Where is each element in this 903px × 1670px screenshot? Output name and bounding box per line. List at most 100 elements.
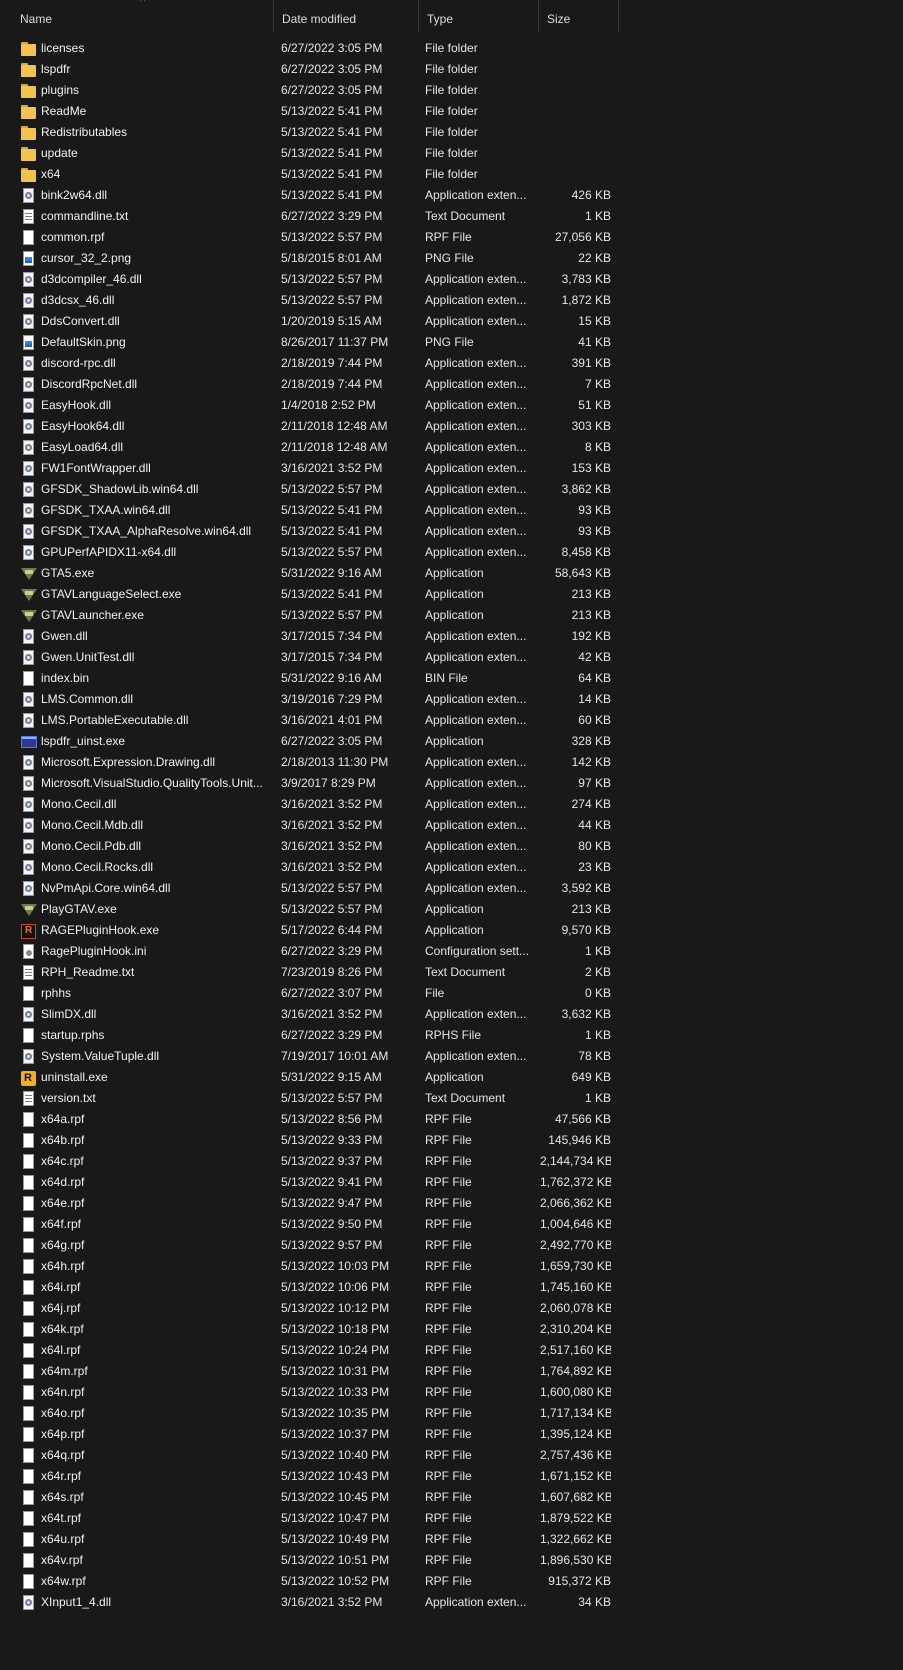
file-row[interactable]: d3dcompiler_46.dll 5/13/2022 5:57 PM Appli…	[0, 269, 620, 290]
file-date-modified: 5/13/2022 10:33 PM	[281, 1385, 390, 1399]
file-row[interactable]: Redistributables 5/13/2022 5:41 PM File fo…	[0, 122, 620, 143]
file-row[interactable]: Mono.Cecil.Rocks.dll 3/16/2021 3:52 PM App…	[0, 857, 620, 878]
file-row[interactable]: XInput1_4.dll 3/16/2021 3:52 PM Applicatio…	[0, 1592, 620, 1613]
file-row[interactable]: startup.rphs 6/27/2022 3:29 PM RPHS File 1 …	[0, 1025, 620, 1046]
file-row[interactable]: bink2w64.dll 5/13/2022 5:41 PM Application…	[0, 185, 620, 206]
gta-v-icon	[21, 608, 37, 624]
file-row[interactable]: System.ValueTuple.dll 7/19/2017 10:01 AM A…	[0, 1046, 620, 1067]
file-row[interactable]: x64u.rpf 5/13/2022 10:49 PM RPF File 1,322,…	[0, 1529, 620, 1550]
file-row[interactable]: x64e.rpf 5/13/2022 9:47 PM RPF File 2,066,3…	[0, 1193, 620, 1214]
file-row[interactable]: x64m.rpf 5/13/2022 10:31 PM RPF File 1,764,…	[0, 1361, 620, 1382]
file-icon-cell	[21, 374, 37, 395]
column-header-type[interactable]: Type	[419, 0, 539, 32]
file-size: 145,946 KB	[548, 1133, 611, 1147]
file-row[interactable]: commandline.txt 6/27/2022 3:29 PM Text Doc…	[0, 206, 620, 227]
file-row[interactable]: cursor_32_2.png 5/18/2015 8:01 AM PNG File…	[0, 248, 620, 269]
file-row[interactable]: Gwen.UnitTest.dll 3/17/2015 7:34 PM Applic…	[0, 647, 620, 668]
file-size: 42 KB	[578, 650, 611, 664]
file-row[interactable]: DdsConvert.dll 1/20/2019 5:15 AM Applicati…	[0, 311, 620, 332]
file-row[interactable]: discord-rpc.dll 2/18/2019 7:44 PM Applicat…	[0, 353, 620, 374]
file-row[interactable]: x64q.rpf 5/13/2022 10:40 PM RPF File 2,757,…	[0, 1445, 620, 1466]
file-size: 142 KB	[571, 755, 611, 769]
file-row[interactable]: x64n.rpf 5/13/2022 10:33 PM RPF File 1,600,…	[0, 1382, 620, 1403]
file-row[interactable]: Gwen.dll 3/17/2015 7:34 PM Application ext…	[0, 626, 620, 647]
file-row[interactable]: x64j.rpf 5/13/2022 10:12 PM RPF File 2,060,…	[0, 1298, 620, 1319]
column-header-size[interactable]: Size	[539, 0, 619, 32]
file-row[interactable]: GFSDK_ShadowLib.win64.dll 5/13/2022 5:57 …	[0, 479, 620, 500]
dll-file-icon	[21, 482, 35, 498]
file-row[interactable]: SlimDX.dll 3/16/2021 3:52 PM Application e…	[0, 1004, 620, 1025]
file-row[interactable]: x64s.rpf 5/13/2022 10:45 PM RPF File 1,607,…	[0, 1487, 620, 1508]
file-row[interactable]: Runinstall.exe 5/31/2022 9:15 AM Applicati…	[0, 1067, 620, 1088]
file-name: x64h.rpf	[41, 1259, 85, 1273]
file-row[interactable]: EasyHook.dll 1/4/2018 2:52 PM Application …	[0, 395, 620, 416]
file-row[interactable]: LMS.Common.dll 3/19/2016 7:29 PM Applicati…	[0, 689, 620, 710]
file-row[interactable]: x64p.rpf 5/13/2022 10:37 PM RPF File 1,395,…	[0, 1424, 620, 1445]
file-row[interactable]: RagePluginHook.ini 6/27/2022 3:29 PM Confi…	[0, 941, 620, 962]
file-row[interactable]: rphhs 6/27/2022 3:07 PM File 0 KB	[0, 983, 620, 1004]
file-row[interactable]: x64r.rpf 5/13/2022 10:43 PM RPF File 1,671,…	[0, 1466, 620, 1487]
column-header-name[interactable]: Name ^	[12, 0, 274, 32]
file-row[interactable]: GTAVLanguageSelect.exe 5/13/2022 5:41 PM A…	[0, 584, 620, 605]
file-row[interactable]: x64d.rpf 5/13/2022 9:41 PM RPF File 1,762,3…	[0, 1172, 620, 1193]
file-row[interactable]: common.rpf 5/13/2022 5:57 PM RPF File 27,05…	[0, 227, 620, 248]
file-row[interactable]: x64l.rpf 5/13/2022 10:24 PM RPF File 2,517,…	[0, 1340, 620, 1361]
file-type: File folder	[425, 167, 478, 181]
file-row[interactable]: R RAGEPluginHook.exe 5/17/2022 6:44 PM Appl…	[0, 920, 620, 941]
file-type: RPF File	[425, 1364, 472, 1378]
file-icon-cell	[21, 836, 37, 857]
file-row[interactable]: x64c.rpf 5/13/2022 9:37 PM RPF File 2,144,7…	[0, 1151, 620, 1172]
file-icon-cell	[21, 1025, 37, 1046]
file-row[interactable]: x64g.rpf 5/13/2022 9:57 PM RPF File 2,492,7…	[0, 1235, 620, 1256]
file-row[interactable]: x64 5/13/2022 5:41 PM File folder	[0, 164, 620, 185]
file-row[interactable]: LMS.PortableExecutable.dll 3/16/2021 4:01…	[0, 710, 620, 731]
file-row[interactable]: FW1FontWrapper.dll 3/16/2021 3:52 PM Appli…	[0, 458, 620, 479]
file-row[interactable]: GTAVLauncher.exe 5/13/2022 5:57 PM Applica…	[0, 605, 620, 626]
file-row[interactable]: index.bin 5/31/2022 9:16 AM BIN File 64 KB	[0, 668, 620, 689]
file-row[interactable]: x64b.rpf 5/13/2022 9:33 PM RPF File 145,946…	[0, 1130, 620, 1151]
file-row[interactable]: GFSDK_TXAA.win64.dll 5/13/2022 5:41 PM App…	[0, 500, 620, 521]
file-row[interactable]: x64h.rpf 5/13/2022 10:03 PM RPF File 1,659,…	[0, 1256, 620, 1277]
column-header-date-modified[interactable]: Date modified	[274, 0, 419, 32]
column-header-size-label: Size	[547, 12, 571, 26]
file-row[interactable]: Microsoft.VisualStudio.QualityTools.Unit…	[0, 773, 620, 794]
file-date-modified: 5/13/2022 10:47 PM	[281, 1511, 390, 1525]
dll-file-icon	[21, 188, 35, 204]
file-row[interactable]: RPH_Readme.txt 7/23/2019 8:26 PM Text Docu…	[0, 962, 620, 983]
file-row[interactable]: Mono.Cecil.Pdb.dll 3/16/2021 3:52 PM Appli…	[0, 836, 620, 857]
file-icon-cell	[21, 122, 37, 143]
file-row[interactable]: x64k.rpf 5/13/2022 10:18 PM RPF File 2,310,…	[0, 1319, 620, 1340]
file-date-modified: 3/9/2017 8:29 PM	[281, 776, 376, 790]
file-row[interactable]: x64i.rpf 5/13/2022 10:06 PM RPF File 1,745,…	[0, 1277, 620, 1298]
file-row[interactable]: x64w.rpf 5/13/2022 10:52 PM RPF File 915,37…	[0, 1571, 620, 1592]
file-row[interactable]: GTA5.exe 5/31/2022 9:16 AM Application 58,6…	[0, 563, 620, 584]
gta-v-icon	[21, 902, 37, 918]
file-row[interactable]: plugins 6/27/2022 3:05 PM File folder	[0, 80, 620, 101]
file-row[interactable]: Mono.Cecil.dll 3/16/2021 3:52 PM Applicati…	[0, 794, 620, 815]
file-row[interactable]: x64t.rpf 5/13/2022 10:47 PM RPF File 1,879,…	[0, 1508, 620, 1529]
file-name: rphhs	[41, 986, 72, 1000]
file-row[interactable]: EasyHook64.dll 2/11/2018 12:48 AM Applicat…	[0, 416, 620, 437]
file-row[interactable]: licenses 6/27/2022 3:05 PM File folder	[0, 38, 620, 59]
file-row[interactable]: GPUPerfAPIDX11-x64.dll 5/13/2022 5:57 PM A…	[0, 542, 620, 563]
file-row[interactable]: ReadMe 5/13/2022 5:41 PM File folder	[0, 101, 620, 122]
file-row[interactable]: GFSDK_TXAA_AlphaResolve.win64.dll 5/13/20…	[0, 521, 620, 542]
file-name: lspdfr	[41, 62, 71, 76]
file-row[interactable]: version.txt 5/13/2022 5:57 PM Text Documen…	[0, 1088, 620, 1109]
file-row[interactable]: lspdfr_uinst.exe 6/27/2022 3:05 PM Applica…	[0, 731, 620, 752]
file-row[interactable]: Microsoft.Expression.Drawing.dll 2/18/201…	[0, 752, 620, 773]
file-row[interactable]: NvPmApi.Core.win64.dll 5/13/2022 5:57 PM A…	[0, 878, 620, 899]
file-row[interactable]: DiscordRpcNet.dll 2/18/2019 7:44 PM Applic…	[0, 374, 620, 395]
file-row[interactable]: EasyLoad64.dll 2/11/2018 12:48 AM Applicat…	[0, 437, 620, 458]
file-row[interactable]: x64o.rpf 5/13/2022 10:35 PM RPF File 1,717,…	[0, 1403, 620, 1424]
file-row[interactable]: PlayGTAV.exe 5/13/2022 5:57 PM Application…	[0, 899, 620, 920]
file-icon	[21, 1112, 35, 1128]
file-row[interactable]: x64f.rpf 5/13/2022 9:50 PM RPF File 1,004,6…	[0, 1214, 620, 1235]
file-row[interactable]: d3dcsx_46.dll 5/13/2022 5:57 PM Applicatio…	[0, 290, 620, 311]
file-row[interactable]: lspdfr 6/27/2022 3:05 PM File folder	[0, 59, 620, 80]
file-row[interactable]: x64v.rpf 5/13/2022 10:51 PM RPF File 1,896,…	[0, 1550, 620, 1571]
file-row[interactable]: x64a.rpf 5/13/2022 8:56 PM RPF File 47,566 …	[0, 1109, 620, 1130]
file-row[interactable]: Mono.Cecil.Mdb.dll 3/16/2021 3:52 PM Appli…	[0, 815, 620, 836]
file-row[interactable]: update 5/13/2022 5:41 PM File folder	[0, 143, 620, 164]
file-row[interactable]: DefaultSkin.png 8/26/2017 11:37 PM PNG Fil…	[0, 332, 620, 353]
